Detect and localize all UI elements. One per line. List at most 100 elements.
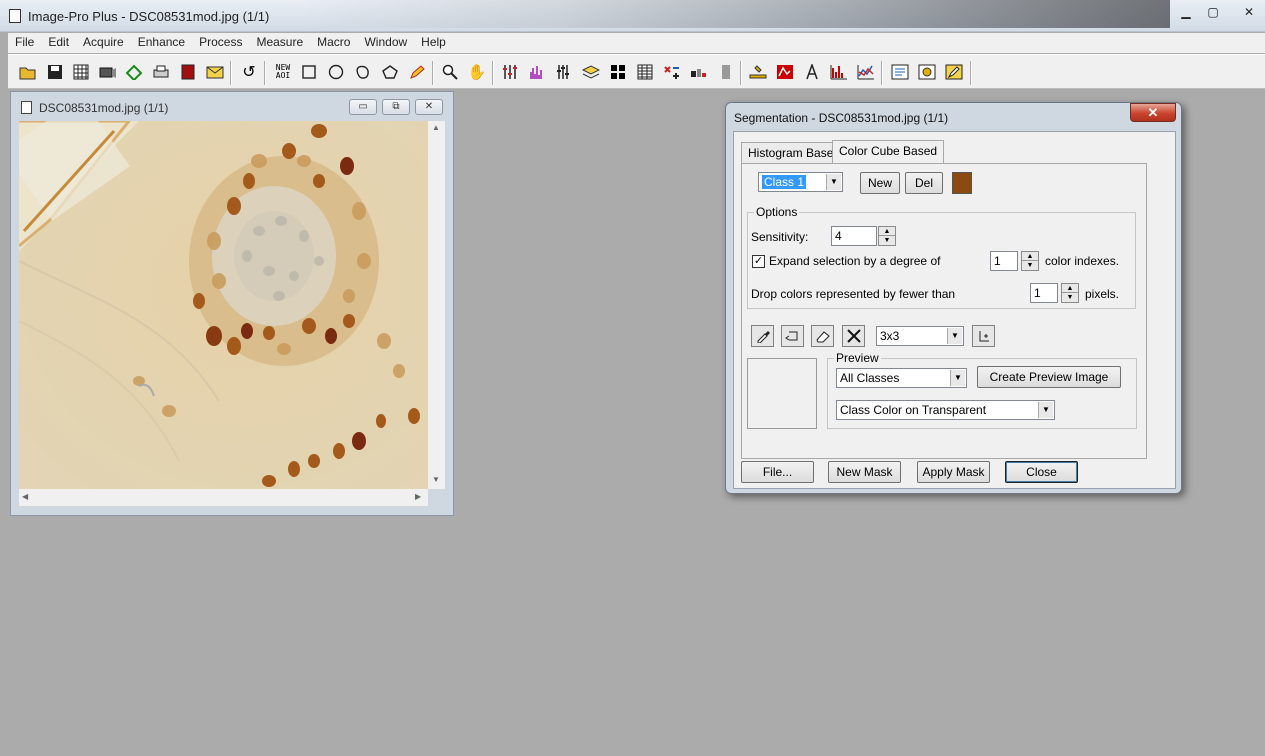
gauge-icon[interactable] xyxy=(716,62,736,82)
table-icon[interactable] xyxy=(635,62,655,82)
toolbar-separator xyxy=(881,61,883,85)
dialog-close-button[interactable]: ✕ xyxy=(1130,103,1176,122)
chevron-down-icon: ▼ xyxy=(826,174,841,190)
menu-measure[interactable]: Measure xyxy=(249,33,310,53)
class-color-swatch[interactable] xyxy=(952,172,972,194)
levels-icon[interactable] xyxy=(500,62,520,82)
polygon-aoi-icon[interactable] xyxy=(380,62,400,82)
apply-mask-button[interactable]: Apply Mask xyxy=(917,461,990,483)
sliders-icon[interactable] xyxy=(554,62,574,82)
drop-colors-input[interactable]: 1 xyxy=(1030,283,1058,303)
drop-colors-spinner[interactable]: ▲ ▼ xyxy=(1061,283,1079,303)
scroll-up-icon[interactable]: ▲ xyxy=(432,123,440,132)
open-icon[interactable] xyxy=(18,62,38,82)
xy-icon[interactable] xyxy=(662,62,682,82)
dropper-icon[interactable] xyxy=(751,325,774,347)
stats-icon[interactable] xyxy=(775,62,795,82)
sensitivity-spinner[interactable]: ▲ ▼ xyxy=(878,226,896,246)
apply-kernel-icon[interactable] xyxy=(972,325,995,347)
document-icon xyxy=(21,101,32,114)
spinner-down-icon[interactable]: ▼ xyxy=(1022,261,1038,270)
kernel-size-value: 3x3 xyxy=(880,329,900,343)
maximize-button[interactable]: ▢ xyxy=(1198,3,1228,23)
quad-icon[interactable] xyxy=(608,62,628,82)
app-titlebar: Image-Pro Plus - DSC08531mod.jpg (1/1) ▁… xyxy=(0,0,1265,32)
zoom-icon[interactable] xyxy=(440,62,460,82)
image-minimize-button[interactable]: ▭ xyxy=(349,99,377,115)
preview-classes-select[interactable]: All Classes ▼ xyxy=(836,368,967,388)
rect-aoi-icon[interactable] xyxy=(299,62,319,82)
spinner-up-icon[interactable]: ▲ xyxy=(1062,284,1078,293)
background-window-strip xyxy=(300,0,1170,28)
book-icon[interactable] xyxy=(178,62,198,82)
expand-degree-spinner[interactable]: ▲ ▼ xyxy=(1021,251,1039,271)
undo-icon[interactable]: ↺ xyxy=(239,62,259,82)
save-icon[interactable] xyxy=(45,62,65,82)
menu-help[interactable]: Help xyxy=(414,33,453,53)
eraser-icon[interactable] xyxy=(811,325,834,347)
undo-icon[interactable] xyxy=(781,325,804,347)
ellipse-aoi-icon[interactable] xyxy=(326,62,346,82)
tab-color-cube-based[interactable]: Color Cube Based xyxy=(832,140,945,164)
print-icon[interactable] xyxy=(151,62,171,82)
grid-icon[interactable] xyxy=(71,62,91,82)
macro-icon[interactable] xyxy=(917,62,937,82)
menu-file[interactable]: File xyxy=(8,33,41,53)
scanner-icon[interactable] xyxy=(124,62,144,82)
menu-acquire[interactable]: Acquire xyxy=(76,33,131,53)
scroll-down-icon[interactable]: ▼ xyxy=(432,475,440,484)
options-group: Options Sensitivity: 4 ▲ ▼ ✓ Expand sele… xyxy=(747,205,1136,309)
expand-degree-input[interactable]: 1 xyxy=(990,251,1018,271)
image-restore-button[interactable]: ⧉ xyxy=(382,99,410,115)
menu-process[interactable]: Process xyxy=(192,33,249,53)
histogram-icon[interactable] xyxy=(527,62,547,82)
measure-icon[interactable] xyxy=(748,62,768,82)
horizontal-scrollbar[interactable]: ◀ ▶ xyxy=(19,489,428,506)
sensitivity-input[interactable]: 4 xyxy=(831,226,877,246)
edit-icon[interactable] xyxy=(944,62,964,82)
file-button[interactable]: File... xyxy=(741,461,814,483)
new-class-button[interactable]: New xyxy=(860,172,900,194)
menu-enhance[interactable]: Enhance xyxy=(131,33,192,53)
chevron-down-icon: ▼ xyxy=(947,328,962,344)
cross-icon[interactable] xyxy=(842,325,865,347)
menu-macro[interactable]: Macro xyxy=(310,33,357,53)
preview-mode-select[interactable]: Class Color on Transparent ▼ xyxy=(836,400,1055,420)
irregular-aoi-icon[interactable] xyxy=(353,62,373,82)
pencil-icon[interactable] xyxy=(407,62,427,82)
image-close-button[interactable]: ✕ xyxy=(415,99,443,115)
scroll-left-icon[interactable]: ◀ xyxy=(22,492,28,501)
spinner-down-icon[interactable]: ▼ xyxy=(1062,293,1078,302)
camera-icon[interactable] xyxy=(98,62,118,82)
preview-group: Preview All Classes ▼ Create Preview Ima… xyxy=(827,351,1137,429)
spinner-up-icon[interactable]: ▲ xyxy=(879,227,895,236)
create-preview-image-button[interactable]: Create Preview Image xyxy=(977,366,1121,388)
script-icon[interactable] xyxy=(890,62,910,82)
new-aoi-icon[interactable]: NEW AOI xyxy=(272,62,294,82)
scroll-right-icon[interactable]: ▶ xyxy=(415,492,421,501)
image-canvas[interactable] xyxy=(19,121,428,489)
minimize-button[interactable]: ▁ xyxy=(1171,3,1201,23)
vertical-scrollbar[interactable]: ▲ ▼ xyxy=(428,121,445,489)
layers-icon[interactable] xyxy=(581,62,601,82)
count-icon[interactable] xyxy=(689,62,709,82)
menubar: File Edit Acquire Enhance Process Measur… xyxy=(8,33,1265,53)
caliper-icon[interactable] xyxy=(802,62,822,82)
toolbar-separator xyxy=(740,61,742,85)
menu-window[interactable]: Window xyxy=(357,33,414,53)
spinner-down-icon[interactable]: ▼ xyxy=(879,236,895,245)
spinner-up-icon[interactable]: ▲ xyxy=(1022,252,1038,261)
menu-edit[interactable]: Edit xyxy=(41,33,76,53)
hand-icon[interactable]: ✋ xyxy=(467,62,487,82)
kernel-size-select[interactable]: 3x3 ▼ xyxy=(876,326,964,346)
delete-class-button[interactable]: Del xyxy=(905,172,943,194)
expand-selection-checkbox[interactable]: ✓ xyxy=(752,255,765,268)
profile-icon[interactable] xyxy=(829,62,849,82)
chart-icon[interactable] xyxy=(856,62,876,82)
close-button[interactable]: ✕ xyxy=(1234,3,1264,23)
dialog-close-footer-button[interactable]: Close xyxy=(1005,461,1078,483)
class-select[interactable]: Class 1 ▼ xyxy=(758,172,843,192)
mail-icon[interactable] xyxy=(205,62,225,82)
segmentation-dialog: Segmentation - DSC08531mod.jpg (1/1) ✕ H… xyxy=(725,102,1182,494)
new-mask-button[interactable]: New Mask xyxy=(828,461,901,483)
